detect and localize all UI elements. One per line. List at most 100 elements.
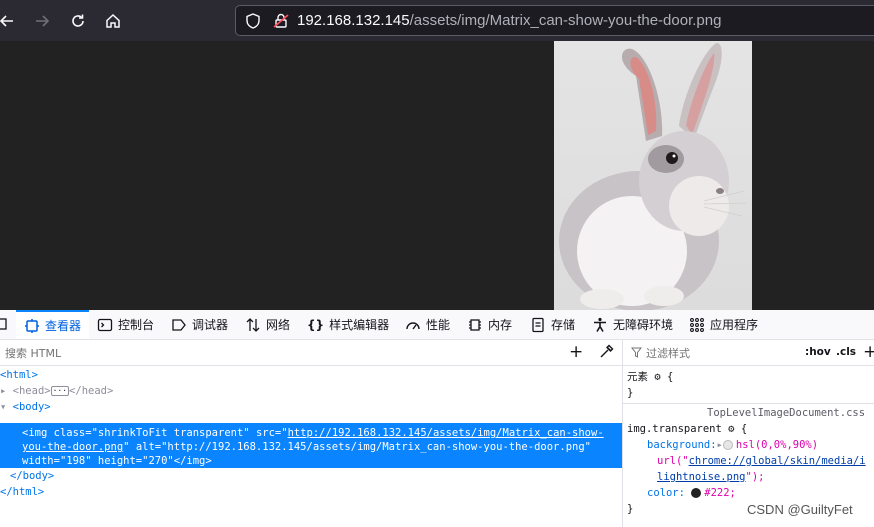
tab-network[interactable]: 网络 (245, 310, 290, 339)
performance-icon (406, 321, 420, 329)
class-attr: class= (53, 427, 92, 439)
add-rule-button[interactable]: + (863, 342, 874, 362)
back-arrow-icon (0, 15, 13, 27)
tab-label: 内存 (488, 318, 513, 332)
rule-separator (623, 403, 874, 404)
console-icon (97, 318, 113, 331)
node-img-selected[interactable]: <img class="shrinkToFit transparent" src… (0, 423, 622, 468)
tab-console[interactable]: 控制台 (97, 310, 154, 339)
alt-value: "http://192.168.132.145/assets/img/Matri… (161, 441, 591, 453)
html-close-tag: </html> (0, 486, 45, 498)
src-link[interactable]: http://192.168.132.145/assets/img/Matrix… (288, 427, 604, 439)
expand-arrow-icon[interactable]: ▸ (0, 385, 13, 397)
application-icon (690, 317, 704, 332)
close-brace: } (627, 387, 634, 399)
height-attr: height= (97, 455, 143, 467)
element-rule-header: 元素 ⚙ { (627, 369, 673, 385)
reload-button[interactable] (65, 8, 91, 34)
tab-label: 应用程序 (710, 318, 759, 332)
node-body-close[interactable]: </body> (10, 468, 54, 484)
element-rule-close: } (627, 385, 633, 401)
back-button[interactable] (0, 8, 20, 34)
background-url-line1: url("chrome://global/skin/media/i (657, 453, 866, 469)
property-value: hsl(0,0%,90%) (735, 439, 819, 451)
collapse-arrow-icon[interactable]: ▾ (0, 401, 13, 413)
inspector-icon (25, 318, 39, 333)
cls-toggle[interactable]: .cls (836, 346, 856, 358)
memory-icon (469, 318, 481, 331)
tab-inspector[interactable]: 查看器 (16, 310, 90, 339)
url-link[interactable]: chrome://global/skin/media/i (689, 455, 866, 467)
stylesheet-source-link[interactable]: TopLevelImageDocument.css (707, 405, 865, 421)
url-suffix: "); (745, 471, 765, 483)
img-close-tag: </img> (173, 455, 212, 467)
property-name: color: (647, 487, 685, 499)
debugger-icon (172, 318, 186, 331)
accessibility-icon (594, 317, 606, 332)
color-declaration[interactable]: color: #222; (647, 485, 736, 501)
rabbit-image[interactable] (554, 41, 752, 310)
address-bar[interactable]: 192.168.132.145/assets/img/Matrix_can-sh… (235, 5, 874, 36)
tab-storage[interactable]: 存储 (530, 310, 575, 339)
picker-icon (0, 317, 7, 330)
html-open-tag: <html> (0, 369, 38, 381)
insecure-lock-icon[interactable] (272, 12, 290, 30)
node-html[interactable]: <html> (0, 367, 38, 383)
open-brace: { (666, 371, 674, 383)
background-declaration[interactable]: background:▸ hsl(0,0%,90%) (647, 437, 818, 453)
url-text: 192.168.132.145/assets/img/Matrix_can-sh… (297, 12, 721, 29)
rule-header: img.transparent ⚙ { (627, 421, 747, 437)
watermark-text: CSDN @GuiltyFet (747, 502, 853, 517)
tab-accessibility[interactable]: 无障碍环境 (592, 310, 673, 339)
tab-label: 存储 (551, 318, 576, 332)
tab-style-editor[interactable]: {} 样式编辑器 (307, 310, 389, 339)
markup-search-input[interactable]: 搜索 HTML (5, 345, 61, 361)
url-link-cont[interactable]: lightnoise.png (657, 471, 746, 483)
open-brace: { (740, 423, 748, 435)
body-close-tag: </body> (10, 470, 55, 482)
expand-arrow-icon[interactable]: ▸ (717, 439, 723, 451)
rabbit-illustration (559, 42, 747, 310)
tab-memory[interactable]: 内存 (467, 310, 512, 339)
node-head[interactable]: ▸ <head> ··· </head> (0, 383, 113, 399)
color-swatch[interactable] (722, 440, 733, 450)
class-value: "shrinkToFit transparent" (91, 427, 250, 439)
tab-label: 调试器 (192, 318, 229, 332)
forward-arrow-icon (36, 15, 50, 27)
body-open-tag: <body> (12, 401, 51, 413)
tab-debugger[interactable]: 调试器 (171, 310, 228, 339)
rule-selector: img.transparent (627, 423, 722, 435)
tab-label: 样式编辑器 (329, 318, 390, 332)
tab-label: 查看器 (45, 319, 82, 333)
collapsed-ellipsis[interactable]: ··· (50, 386, 70, 396)
property-name: background: (647, 439, 717, 451)
gear-icon[interactable]: ⚙ (728, 423, 734, 435)
shield-icon[interactable] (244, 12, 262, 30)
eyedropper-icon[interactable] (598, 344, 614, 360)
url-path: /assets/img/Matrix_can-show-you-the-door… (409, 12, 722, 29)
background-url-line2: lightnoise.png"); (657, 469, 764, 485)
markup-toolbar: 搜索 HTML + (0, 340, 622, 366)
markup-tree[interactable]: <html> ▸ <head> ··· </head> ▾ <body> <img … (0, 367, 622, 527)
gear-icon[interactable]: ⚙ (654, 371, 660, 383)
storage-icon (532, 317, 544, 332)
node-html-close[interactable]: </html> (0, 484, 44, 500)
home-button[interactable] (100, 8, 126, 34)
img-line-3: width="198" height="270"</img> (22, 453, 212, 469)
hov-toggle[interactable]: :hov (805, 346, 831, 358)
page-viewport (0, 41, 874, 310)
browser-toolbar: 192.168.132.145/assets/img/Matrix_can-sh… (0, 0, 874, 41)
tab-application[interactable]: 应用程序 (689, 310, 758, 339)
filter-styles-input[interactable]: 过滤样式 (646, 345, 690, 361)
tab-performance[interactable]: 性能 (405, 310, 450, 339)
color-swatch[interactable] (691, 488, 702, 498)
node-body[interactable]: ▾ <body> (0, 399, 51, 415)
close-brace: } (627, 503, 634, 515)
add-node-button[interactable]: + (569, 342, 583, 362)
home-icon (106, 13, 120, 28)
element-picker-tab[interactable] (0, 310, 10, 339)
reload-icon (72, 14, 84, 27)
forward-button[interactable] (29, 8, 55, 34)
filter-icon (631, 347, 642, 358)
src-link-cont[interactable]: you-the-door.png (22, 441, 123, 453)
